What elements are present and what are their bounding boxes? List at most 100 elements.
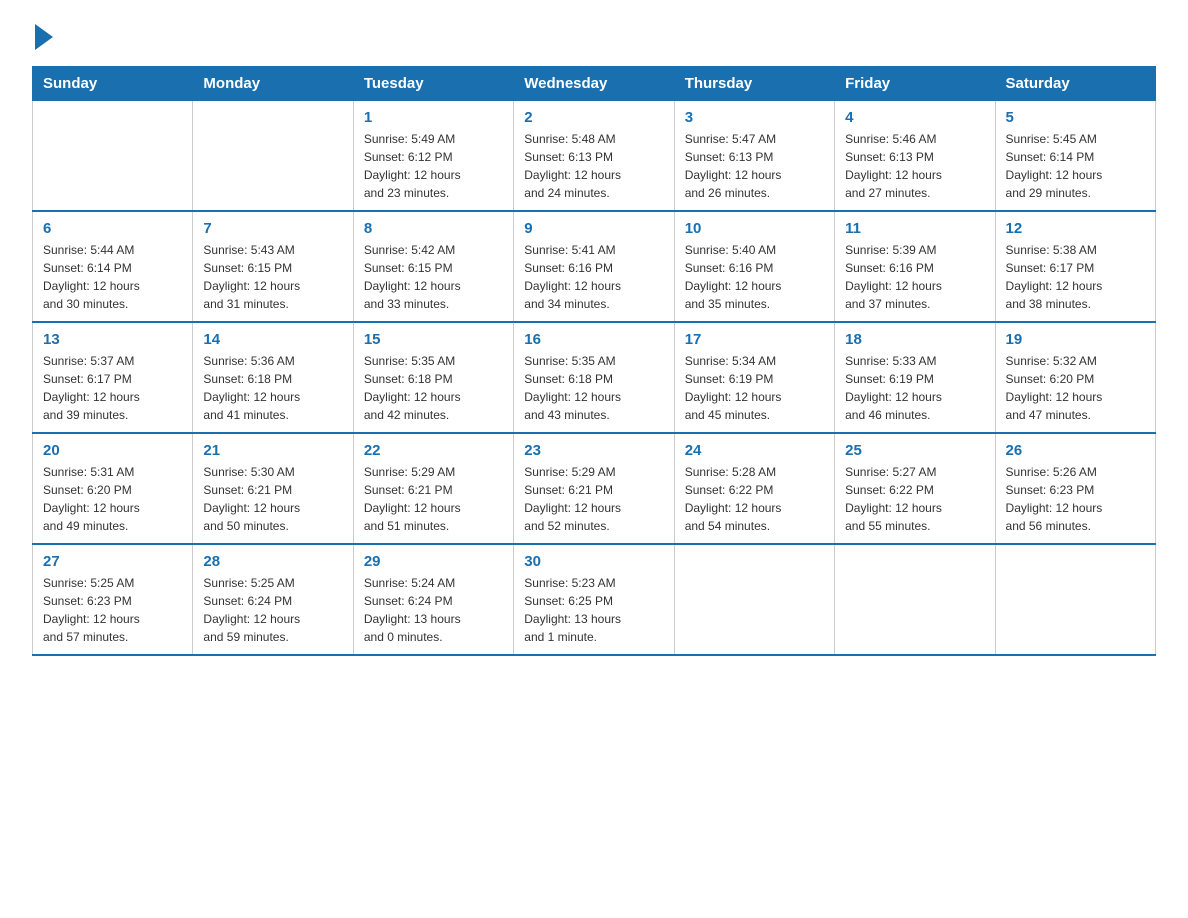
- day-info: Sunrise: 5:32 AM Sunset: 6:20 PM Dayligh…: [1006, 352, 1145, 424]
- calendar-cell: 4 Sunrise: 5:46 AM Sunset: 6:13 PM Daylig…: [835, 101, 995, 212]
- page-header: [32, 24, 1156, 50]
- day-number: 25: [845, 442, 984, 459]
- day-number: 17: [685, 331, 824, 348]
- day-info: Sunrise: 5:47 AM Sunset: 6:13 PM Dayligh…: [685, 130, 824, 202]
- day-number: 16: [524, 331, 663, 348]
- calendar-cell: 17 Sunrise: 5:34 AM Sunset: 6:19 PM Dayli…: [674, 322, 834, 433]
- day-number: 24: [685, 442, 824, 459]
- day-number: 23: [524, 442, 663, 459]
- weekday-header-wednesday: Wednesday: [514, 67, 674, 101]
- day-info: Sunrise: 5:44 AM Sunset: 6:14 PM Dayligh…: [43, 241, 182, 313]
- calendar-cell: [835, 544, 995, 655]
- day-number: 26: [1006, 442, 1145, 459]
- calendar-cell: 23 Sunrise: 5:29 AM Sunset: 6:21 PM Dayli…: [514, 433, 674, 544]
- day-number: 19: [1006, 331, 1145, 348]
- weekday-header-saturday: Saturday: [995, 67, 1155, 101]
- day-info: Sunrise: 5:43 AM Sunset: 6:15 PM Dayligh…: [203, 241, 342, 313]
- day-info: Sunrise: 5:39 AM Sunset: 6:16 PM Dayligh…: [845, 241, 984, 313]
- day-number: 10: [685, 220, 824, 237]
- calendar-cell: 6 Sunrise: 5:44 AM Sunset: 6:14 PM Daylig…: [33, 211, 193, 322]
- calendar-cell: 13Sunrise: 5:37 AM Sunset: 6:17 PM Dayli…: [33, 322, 193, 433]
- calendar-cell: 22 Sunrise: 5:29 AM Sunset: 6:21 PM Dayli…: [353, 433, 513, 544]
- day-number: 18: [845, 331, 984, 348]
- calendar-cell: 2 Sunrise: 5:48 AM Sunset: 6:13 PM Daylig…: [514, 101, 674, 212]
- calendar-week-row: 1 Sunrise: 5:49 AM Sunset: 6:12 PM Daylig…: [33, 101, 1156, 212]
- logo: [32, 24, 53, 50]
- calendar-cell: 3 Sunrise: 5:47 AM Sunset: 6:13 PM Daylig…: [674, 101, 834, 212]
- calendar-cell: 15Sunrise: 5:35 AM Sunset: 6:18 PM Dayli…: [353, 322, 513, 433]
- calendar-cell: 14 Sunrise: 5:36 AM Sunset: 6:18 PM Dayli…: [193, 322, 353, 433]
- day-info: Sunrise: 5:45 AM Sunset: 6:14 PM Dayligh…: [1006, 130, 1145, 202]
- day-number: 30: [524, 553, 663, 570]
- day-number: 29: [364, 553, 503, 570]
- day-info: Sunrise: 5:35 AM Sunset: 6:18 PM Dayligh…: [524, 352, 663, 424]
- day-info: Sunrise: 5:27 AM Sunset: 6:22 PM Dayligh…: [845, 463, 984, 535]
- day-info: Sunrise: 5:26 AM Sunset: 6:23 PM Dayligh…: [1006, 463, 1145, 535]
- calendar-cell: 9 Sunrise: 5:41 AM Sunset: 6:16 PM Daylig…: [514, 211, 674, 322]
- calendar-week-row: 13Sunrise: 5:37 AM Sunset: 6:17 PM Dayli…: [33, 322, 1156, 433]
- day-info: Sunrise: 5:23 AM Sunset: 6:25 PM Dayligh…: [524, 574, 663, 646]
- calendar-cell: 29 Sunrise: 5:24 AM Sunset: 6:24 PM Dayli…: [353, 544, 513, 655]
- day-info: Sunrise: 5:25 AM Sunset: 6:24 PM Dayligh…: [203, 574, 342, 646]
- day-info: Sunrise: 5:49 AM Sunset: 6:12 PM Dayligh…: [364, 130, 503, 202]
- calendar-cell: [193, 101, 353, 212]
- calendar-cell: 28 Sunrise: 5:25 AM Sunset: 6:24 PM Dayli…: [193, 544, 353, 655]
- calendar-cell: 25 Sunrise: 5:27 AM Sunset: 6:22 PM Dayli…: [835, 433, 995, 544]
- day-info: Sunrise: 5:37 AM Sunset: 6:17 PM Dayligh…: [43, 352, 182, 424]
- day-info: Sunrise: 5:42 AM Sunset: 6:15 PM Dayligh…: [364, 241, 503, 313]
- calendar-week-row: 27 Sunrise: 5:25 AM Sunset: 6:23 PM Dayli…: [33, 544, 1156, 655]
- day-info: Sunrise: 5:30 AM Sunset: 6:21 PM Dayligh…: [203, 463, 342, 535]
- day-info: Sunrise: 5:48 AM Sunset: 6:13 PM Dayligh…: [524, 130, 663, 202]
- calendar-cell: 21 Sunrise: 5:30 AM Sunset: 6:21 PM Dayli…: [193, 433, 353, 544]
- day-number: 14: [203, 331, 342, 348]
- day-number: 3: [685, 109, 824, 126]
- logo-triangle-icon: [35, 24, 53, 50]
- day-number: 15: [364, 331, 503, 348]
- day-number: 9: [524, 220, 663, 237]
- day-info: Sunrise: 5:38 AM Sunset: 6:17 PM Dayligh…: [1006, 241, 1145, 313]
- calendar-cell: 27 Sunrise: 5:25 AM Sunset: 6:23 PM Dayli…: [33, 544, 193, 655]
- calendar-week-row: 6 Sunrise: 5:44 AM Sunset: 6:14 PM Daylig…: [33, 211, 1156, 322]
- day-info: Sunrise: 5:29 AM Sunset: 6:21 PM Dayligh…: [524, 463, 663, 535]
- day-info: Sunrise: 5:34 AM Sunset: 6:19 PM Dayligh…: [685, 352, 824, 424]
- calendar-cell: [33, 101, 193, 212]
- day-number: 11: [845, 220, 984, 237]
- day-number: 22: [364, 442, 503, 459]
- day-number: 1: [364, 109, 503, 126]
- day-number: 5: [1006, 109, 1145, 126]
- calendar-cell: 8 Sunrise: 5:42 AM Sunset: 6:15 PM Daylig…: [353, 211, 513, 322]
- calendar-cell: 20 Sunrise: 5:31 AM Sunset: 6:20 PM Dayli…: [33, 433, 193, 544]
- calendar-cell: 12 Sunrise: 5:38 AM Sunset: 6:17 PM Dayli…: [995, 211, 1155, 322]
- weekday-header-row: SundayMondayTuesdayWednesdayThursdayFrid…: [33, 67, 1156, 101]
- day-number: 8: [364, 220, 503, 237]
- day-number: 20: [43, 442, 182, 459]
- day-info: Sunrise: 5:40 AM Sunset: 6:16 PM Dayligh…: [685, 241, 824, 313]
- calendar-cell: 1 Sunrise: 5:49 AM Sunset: 6:12 PM Daylig…: [353, 101, 513, 212]
- weekday-header-sunday: Sunday: [33, 67, 193, 101]
- day-number: 12: [1006, 220, 1145, 237]
- day-number: 2: [524, 109, 663, 126]
- calendar-cell: 19 Sunrise: 5:32 AM Sunset: 6:20 PM Dayli…: [995, 322, 1155, 433]
- calendar-table: SundayMondayTuesdayWednesdayThursdayFrid…: [32, 66, 1156, 656]
- calendar-cell: 16 Sunrise: 5:35 AM Sunset: 6:18 PM Dayli…: [514, 322, 674, 433]
- calendar-cell: 7Sunrise: 5:43 AM Sunset: 6:15 PM Daylig…: [193, 211, 353, 322]
- day-info: Sunrise: 5:25 AM Sunset: 6:23 PM Dayligh…: [43, 574, 182, 646]
- calendar-cell: 18Sunrise: 5:33 AM Sunset: 6:19 PM Dayli…: [835, 322, 995, 433]
- calendar-week-row: 20 Sunrise: 5:31 AM Sunset: 6:20 PM Dayli…: [33, 433, 1156, 544]
- day-info: Sunrise: 5:41 AM Sunset: 6:16 PM Dayligh…: [524, 241, 663, 313]
- day-info: Sunrise: 5:46 AM Sunset: 6:13 PM Dayligh…: [845, 130, 984, 202]
- calendar-cell: 11 Sunrise: 5:39 AM Sunset: 6:16 PM Dayli…: [835, 211, 995, 322]
- calendar-cell: [995, 544, 1155, 655]
- day-info: Sunrise: 5:31 AM Sunset: 6:20 PM Dayligh…: [43, 463, 182, 535]
- day-number: 28: [203, 553, 342, 570]
- day-info: Sunrise: 5:36 AM Sunset: 6:18 PM Dayligh…: [203, 352, 342, 424]
- day-info: Sunrise: 5:29 AM Sunset: 6:21 PM Dayligh…: [364, 463, 503, 535]
- day-number: 21: [203, 442, 342, 459]
- calendar-cell: 10 Sunrise: 5:40 AM Sunset: 6:16 PM Dayli…: [674, 211, 834, 322]
- calendar-cell: 26 Sunrise: 5:26 AM Sunset: 6:23 PM Dayli…: [995, 433, 1155, 544]
- day-number: 27: [43, 553, 182, 570]
- calendar-cell: 24Sunrise: 5:28 AM Sunset: 6:22 PM Dayli…: [674, 433, 834, 544]
- day-number: 6: [43, 220, 182, 237]
- day-number: 4: [845, 109, 984, 126]
- day-info: Sunrise: 5:24 AM Sunset: 6:24 PM Dayligh…: [364, 574, 503, 646]
